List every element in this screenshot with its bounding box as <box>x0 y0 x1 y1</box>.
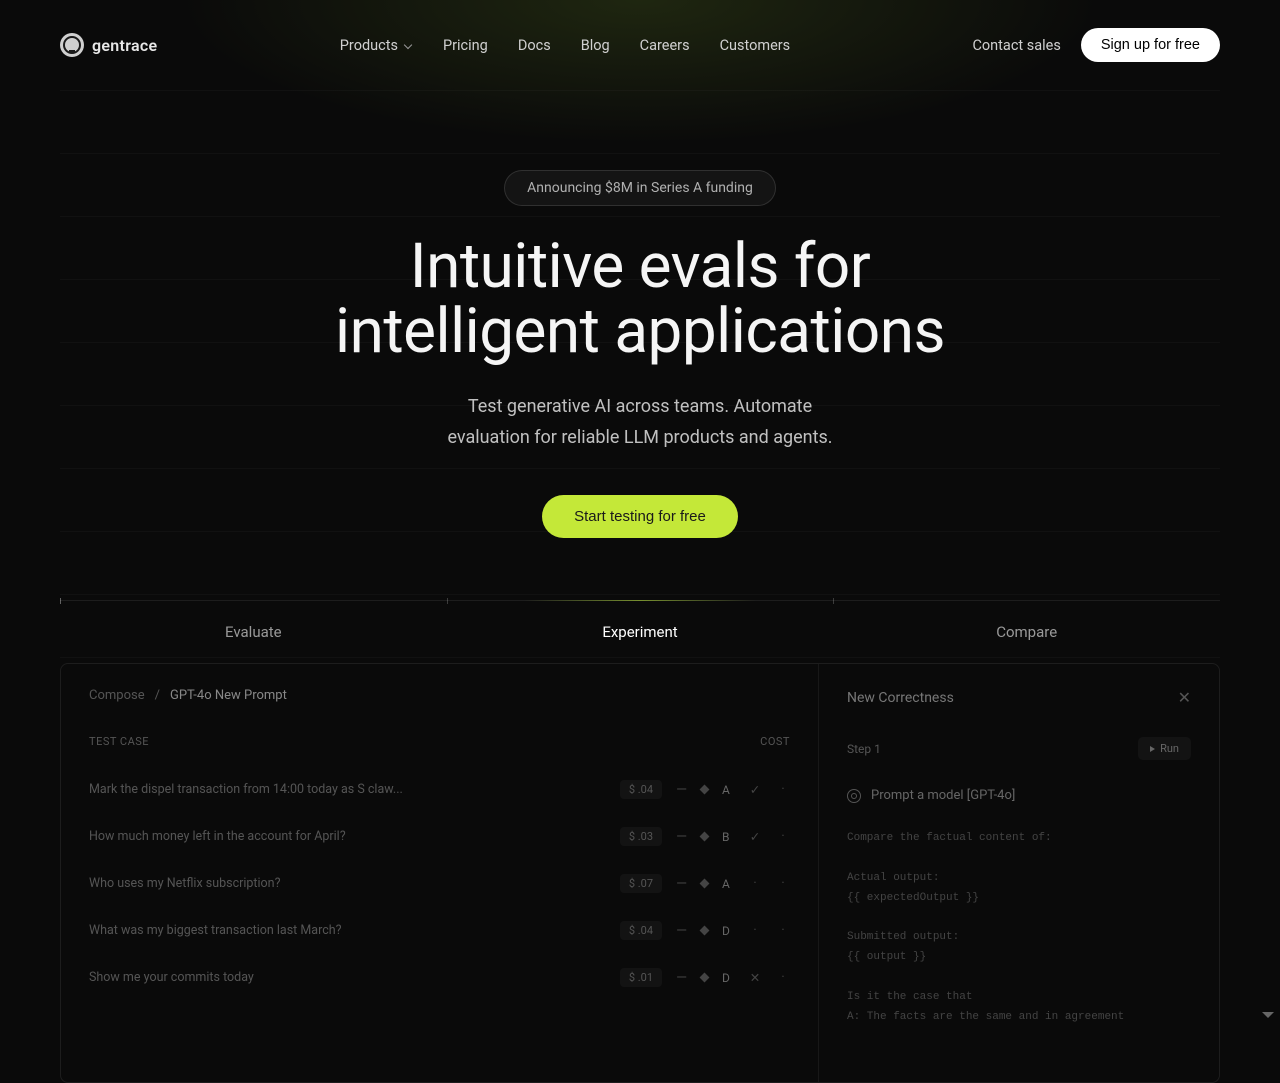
brand-name: gentrace <box>92 36 157 55</box>
code-block[interactable]: Compare the factual content of: Actual o… <box>847 829 1191 1027</box>
chevron-down-icon <box>403 40 413 50</box>
test-header: Test Case Cost <box>89 735 790 748</box>
check-icon: ✓ <box>748 830 762 844</box>
diamond-icon <box>700 926 710 936</box>
signup-button[interactable]: Sign up for free <box>1081 28 1220 62</box>
tab-evaluate[interactable]: Evaluate <box>60 601 447 663</box>
right-panel-title: New Correctness <box>847 690 954 706</box>
close-icon[interactable]: ✕ <box>1178 688 1191 707</box>
test-row[interactable]: How much money left in the account for A… <box>89 813 790 860</box>
tabs-row: Evaluate Experiment Compare <box>60 600 1220 663</box>
run-button[interactable]: Run <box>1138 737 1191 760</box>
breadcrumb-current: GPT-4o New Prompt <box>170 688 287 703</box>
step-label: Step 1 <box>847 742 881 756</box>
main-nav: Products Pricing Docs Blog Careers Custo… <box>340 37 790 54</box>
step-row: Step 1 Run <box>847 737 1191 760</box>
nav-pricing[interactable]: Pricing <box>443 37 488 54</box>
preview-right-panel: New Correctness ✕ Step 1 Run Prompt a mo… <box>819 664 1219 1082</box>
hero-title: Intuitive evals for intelligent applicat… <box>0 234 1280 364</box>
nav-customers[interactable]: Customers <box>720 37 791 54</box>
right-panel-header: New Correctness ✕ <box>847 688 1191 707</box>
scroll-down-icon[interactable] <box>1262 1012 1274 1018</box>
nav-careers[interactable]: Careers <box>640 37 690 54</box>
diamond-icon <box>700 973 710 983</box>
nav-blog[interactable]: Blog <box>581 37 610 54</box>
test-row[interactable]: Show me your commits today $ .01 — D ✕ · <box>89 954 790 1001</box>
hero-subtitle: Test generative AI across teams. Automat… <box>0 392 1280 453</box>
app-preview: Compose / GPT-4o New Prompt Test Case Co… <box>60 663 1220 1083</box>
tabs-section: Evaluate Experiment Compare <box>0 600 1280 663</box>
breadcrumb-parent[interactable]: Compose <box>89 688 145 703</box>
test-row[interactable]: Mark the dispel transaction from 14:00 t… <box>89 766 790 813</box>
diamond-icon <box>700 832 710 842</box>
tab-experiment[interactable]: Experiment <box>447 601 834 663</box>
start-testing-button[interactable]: Start testing for free <box>542 495 738 538</box>
breadcrumb: Compose / GPT-4o New Prompt <box>89 688 790 703</box>
x-icon: ✕ <box>748 971 762 985</box>
prompt-label: Prompt a model [GPT-4o] <box>871 788 1015 803</box>
nav-docs[interactable]: Docs <box>518 37 551 54</box>
check-icon: ✓ <box>748 783 762 797</box>
logo-icon <box>60 33 84 57</box>
preview-left-panel: Compose / GPT-4o New Prompt Test Case Co… <box>61 664 819 1082</box>
tab-compare[interactable]: Compare <box>833 601 1220 663</box>
hero-section: Announcing $8M in Series A funding Intui… <box>0 90 1280 538</box>
diamond-icon <box>700 879 710 889</box>
prompt-row: Prompt a model [GPT-4o] <box>847 788 1191 803</box>
nav-products[interactable]: Products <box>340 37 413 54</box>
contact-sales-link[interactable]: Contact sales <box>972 37 1060 54</box>
test-row[interactable]: Who uses my Netflix subscription? $ .07 … <box>89 860 790 907</box>
announcement-badge[interactable]: Announcing $8M in Series A funding <box>504 170 776 206</box>
diamond-icon <box>700 785 710 795</box>
header-actions: Contact sales Sign up for free <box>972 28 1220 62</box>
ai-icon <box>847 789 861 803</box>
play-icon <box>1150 746 1155 752</box>
main-header: gentrace Products Pricing Docs Blog Care… <box>0 0 1280 90</box>
logo[interactable]: gentrace <box>60 33 157 57</box>
test-row[interactable]: What was my biggest transaction last Mar… <box>89 907 790 954</box>
